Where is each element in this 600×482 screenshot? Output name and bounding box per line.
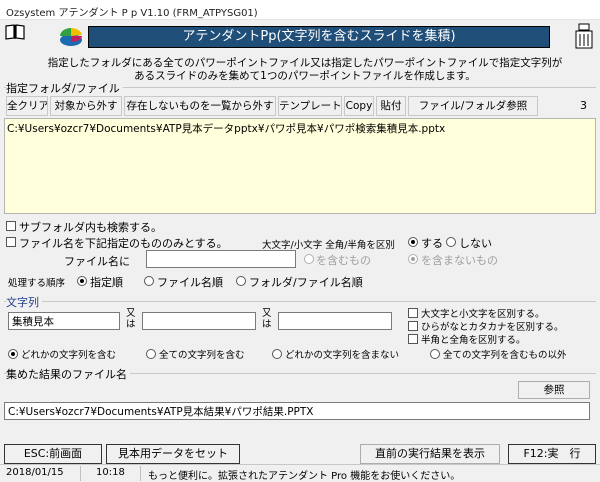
kana-sensitive-label: ひらがなとカタカナを区別する。 [421, 322, 564, 333]
mode-except-all-radio[interactable] [430, 349, 440, 359]
status-divider [80, 466, 81, 481]
mode-all-label: 全ての文字列を含む [159, 350, 245, 361]
filename-input-label: ファイル名に [64, 255, 130, 268]
contains-radio[interactable] [304, 254, 314, 264]
copy-button[interactable]: Copy [344, 96, 374, 116]
not-contains-radio[interactable] [408, 254, 418, 264]
status-time: 10:18 [96, 467, 125, 478]
show-last-result-button[interactable]: 直前の実行結果を表示 [360, 444, 500, 464]
template-button[interactable]: テンプレート [278, 96, 342, 116]
page-title: アテンダントPp(文字列を含むスライドを集積) [88, 26, 550, 48]
file-list[interactable]: C:¥Users¥ozcr7¥Documents¥ATP見本データpptx¥パワ… [4, 118, 596, 214]
strings-section-label: 文字列 [6, 294, 42, 310]
mode-any-radio[interactable] [8, 349, 18, 359]
attendant-figure-icon [575, 23, 593, 49]
folder-section-label: 指定フォルダ/ファイル [6, 80, 123, 96]
case-distinguish-yes-radio[interactable] [408, 237, 418, 247]
mode-not-any-radio[interactable] [272, 349, 282, 359]
mode-all-radio[interactable] [146, 349, 156, 359]
window-title: Ozsystem アテンダント P p V1.10 (FRM_ATPYSG01) [6, 8, 258, 19]
case-sensitive-label: 大文字と小文字を区別する。 [421, 309, 545, 320]
list-item[interactable]: C:¥Users¥ozcr7¥Documents¥ATP見本データpptx¥パワ… [7, 121, 445, 136]
order-folder-filename-radio[interactable] [236, 276, 246, 286]
book-icon[interactable] [4, 22, 26, 42]
width-sensitive-label: 半角と全角を区別する。 [421, 335, 526, 346]
filename-filter-checkbox[interactable] [6, 237, 16, 247]
strings-section-border [4, 301, 596, 302]
width-sensitive-checkbox[interactable] [408, 334, 418, 344]
case-distinguish-no-label: しない [459, 237, 492, 250]
case-sensitive-checkbox[interactable] [408, 308, 418, 318]
order-filename-radio[interactable] [144, 276, 154, 286]
filename-input[interactable] [146, 250, 296, 268]
status-message: もっと便利に。拡張されたアテンダント Pro 機能をお使いください。 [148, 471, 461, 482]
paste-button[interactable]: 貼付 [376, 96, 406, 116]
clear-all-button[interactable]: 全クリア [6, 96, 48, 116]
result-path-input[interactable]: C:¥Users¥ozcr7¥Documents¥ATP見本結果¥パワポ結果.P… [4, 402, 590, 420]
search-string-3-input[interactable] [278, 312, 392, 330]
include-subfolders-checkbox[interactable] [6, 221, 16, 231]
order-folder-filename-label: フォルダ/ファイル名順 [249, 276, 363, 289]
mode-any-label: どれかの文字列を含む [21, 350, 117, 361]
mode-except-all-label: 全ての文字列を含むもの以外 [443, 350, 567, 361]
window-titlebar: Ozsystem アテンダント P p V1.10 (FRM_ATPYSG01) [0, 0, 600, 20]
file-count: 3 [580, 99, 587, 112]
remove-missing-button[interactable]: 存在しないものを一覧から外す [124, 96, 276, 116]
status-bar: 2018/01/15 10:18 もっと便利に。拡張されたアテンダント Pro … [0, 464, 600, 482]
order-label: 処理する順序 [8, 278, 66, 289]
search-string-1-input[interactable]: 集積見本 [8, 312, 120, 330]
set-sample-data-button[interactable]: 見本用データをセット [106, 444, 240, 464]
esc-back-button[interactable]: ESC:前画面 [4, 444, 102, 464]
filename-filter-label: ファイル名を下記指定のもののみとする。 [19, 237, 228, 250]
browse-file-folder-button[interactable]: ファイル/フォルダ参照 [408, 96, 538, 116]
status-divider [140, 466, 141, 481]
result-section-label: 集めた結果のファイル名 [6, 366, 130, 382]
order-filename-label: ファイル名順 [157, 276, 223, 289]
not-contains-label: を含まないもの [421, 254, 498, 267]
mode-not-any-label: どれかの文字列を含まない [285, 350, 400, 361]
run-button[interactable]: F12:実 行 [508, 444, 596, 464]
result-browse-button[interactable]: 参照 [518, 381, 590, 399]
or-label-2: 又は [262, 308, 272, 330]
include-subfolders-label: サブフォルダ内も検索する。 [19, 221, 162, 234]
pie-chart-icon [60, 27, 82, 46]
case-width-label: 大文字/小文字 全角/半角を区別 [262, 240, 395, 251]
or-label-1: 又は [126, 308, 136, 330]
case-distinguish-no-radio[interactable] [446, 237, 456, 247]
case-distinguish-yes-label: する [421, 237, 443, 250]
search-string-2-input[interactable] [142, 312, 256, 330]
kana-sensitive-checkbox[interactable] [408, 321, 418, 331]
order-specified-radio[interactable] [77, 276, 87, 286]
order-specified-label: 指定順 [90, 276, 123, 289]
exclude-button[interactable]: 対象から外す [50, 96, 122, 116]
contains-label: を含むもの [316, 254, 371, 267]
status-date: 2018/01/15 [6, 467, 64, 478]
